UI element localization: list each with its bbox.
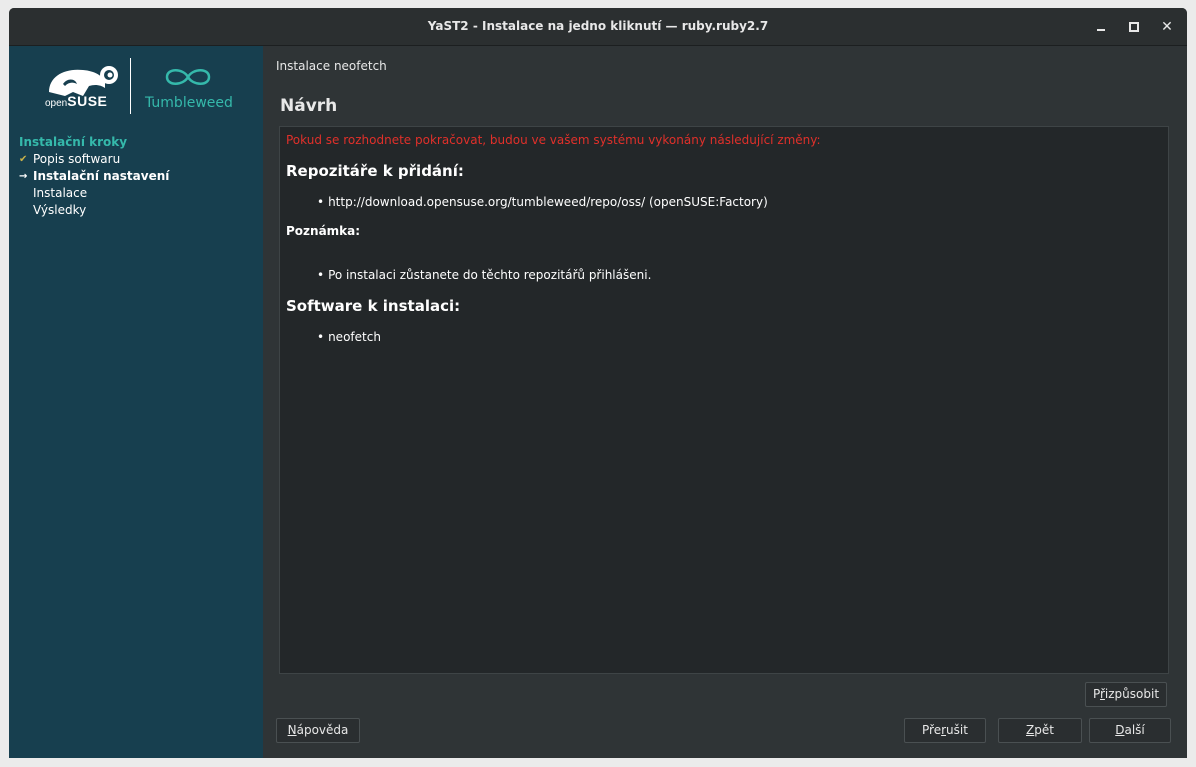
page-title: Návrh — [280, 96, 338, 116]
steps-title: Instalační kroky — [19, 135, 128, 149]
minimize-icon — [1097, 29, 1105, 31]
close-button[interactable]: ✕ — [1152, 8, 1182, 45]
list-item: • http://download.opensuse.org/tumbleweed… — [317, 195, 768, 209]
note-text: Po instalaci zůstanete do těchto repozit… — [328, 268, 652, 282]
note-heading: Poznámka: — [286, 224, 361, 238]
window-title: YaST2 - Instalace na jedno kliknutí — ru… — [427, 19, 769, 33]
help-button[interactable]: Nápověda — [276, 718, 360, 743]
abort-button[interactable]: Přerušit — [904, 718, 986, 743]
close-icon: ✕ — [1161, 18, 1173, 35]
list-item: • neofetch — [317, 330, 381, 344]
main-content: Instalace neofetch Návrh Pokud se rozhod… — [263, 46, 1187, 758]
step-label: Instalace — [33, 186, 88, 200]
dialog-header: Instalace neofetch — [276, 59, 387, 73]
bullet-icon: • — [317, 268, 325, 282]
next-button[interactable]: Další — [1089, 718, 1171, 743]
repos-heading: Repozitáře k přidání: — [286, 162, 464, 180]
proposal-panel[interactable]: Pokud se rozhodnete pokračovat, budou ve… — [279, 126, 1169, 674]
tumbleweed-wordmark: Tumbleweed — [145, 95, 233, 111]
back-button[interactable]: Zpět — [998, 718, 1082, 743]
sidebar: openSUSE Tumbleweed Instalační kroky ✔ P… — [9, 46, 263, 758]
step-installation: Instalace — [19, 185, 259, 202]
minimize-button[interactable] — [1086, 8, 1116, 45]
repo-url: http://download.opensuse.org/tumbleweed/… — [328, 195, 768, 209]
step-software-description: ✔ Popis softwaru — [19, 151, 259, 168]
step-label: Popis softwaru — [33, 152, 121, 166]
installation-steps: Instalační kroky ✔ Popis softwaru → Inst… — [19, 134, 259, 219]
yast-window: YaST2 - Instalace na jedno kliknutí — ru… — [9, 8, 1187, 758]
distro-logo: openSUSE — [9, 46, 263, 126]
list-item: • Po instalaci zůstanete do těchto repozi… — [317, 268, 651, 282]
warning-text: Pokud se rozhodnete pokračovat, budou ve… — [286, 133, 821, 147]
customize-button[interactable]: Přizpůsobit — [1085, 682, 1167, 707]
maximize-button[interactable] — [1119, 8, 1149, 45]
maximize-icon — [1129, 21, 1139, 32]
software-heading: Software k instalaci: — [286, 297, 461, 315]
opensuse-wordmark: openSUSE — [45, 93, 108, 109]
step-label: Instalační nastavení — [33, 169, 170, 183]
title-bar[interactable]: YaST2 - Instalace na jedno kliknutí — ru… — [9, 8, 1187, 46]
tumbleweed-infinity-icon — [165, 69, 211, 85]
logo-divider — [130, 58, 131, 114]
check-icon: ✔ — [19, 154, 28, 165]
step-results: Výsledky — [19, 202, 259, 219]
bullet-icon: • — [317, 330, 325, 344]
step-installation-settings: → Instalační nastavení — [19, 168, 259, 185]
bullet-icon: • — [317, 195, 325, 209]
package-name: neofetch — [328, 330, 381, 344]
step-label: Výsledky — [33, 203, 87, 217]
arrow-right-icon: → — [19, 171, 28, 182]
